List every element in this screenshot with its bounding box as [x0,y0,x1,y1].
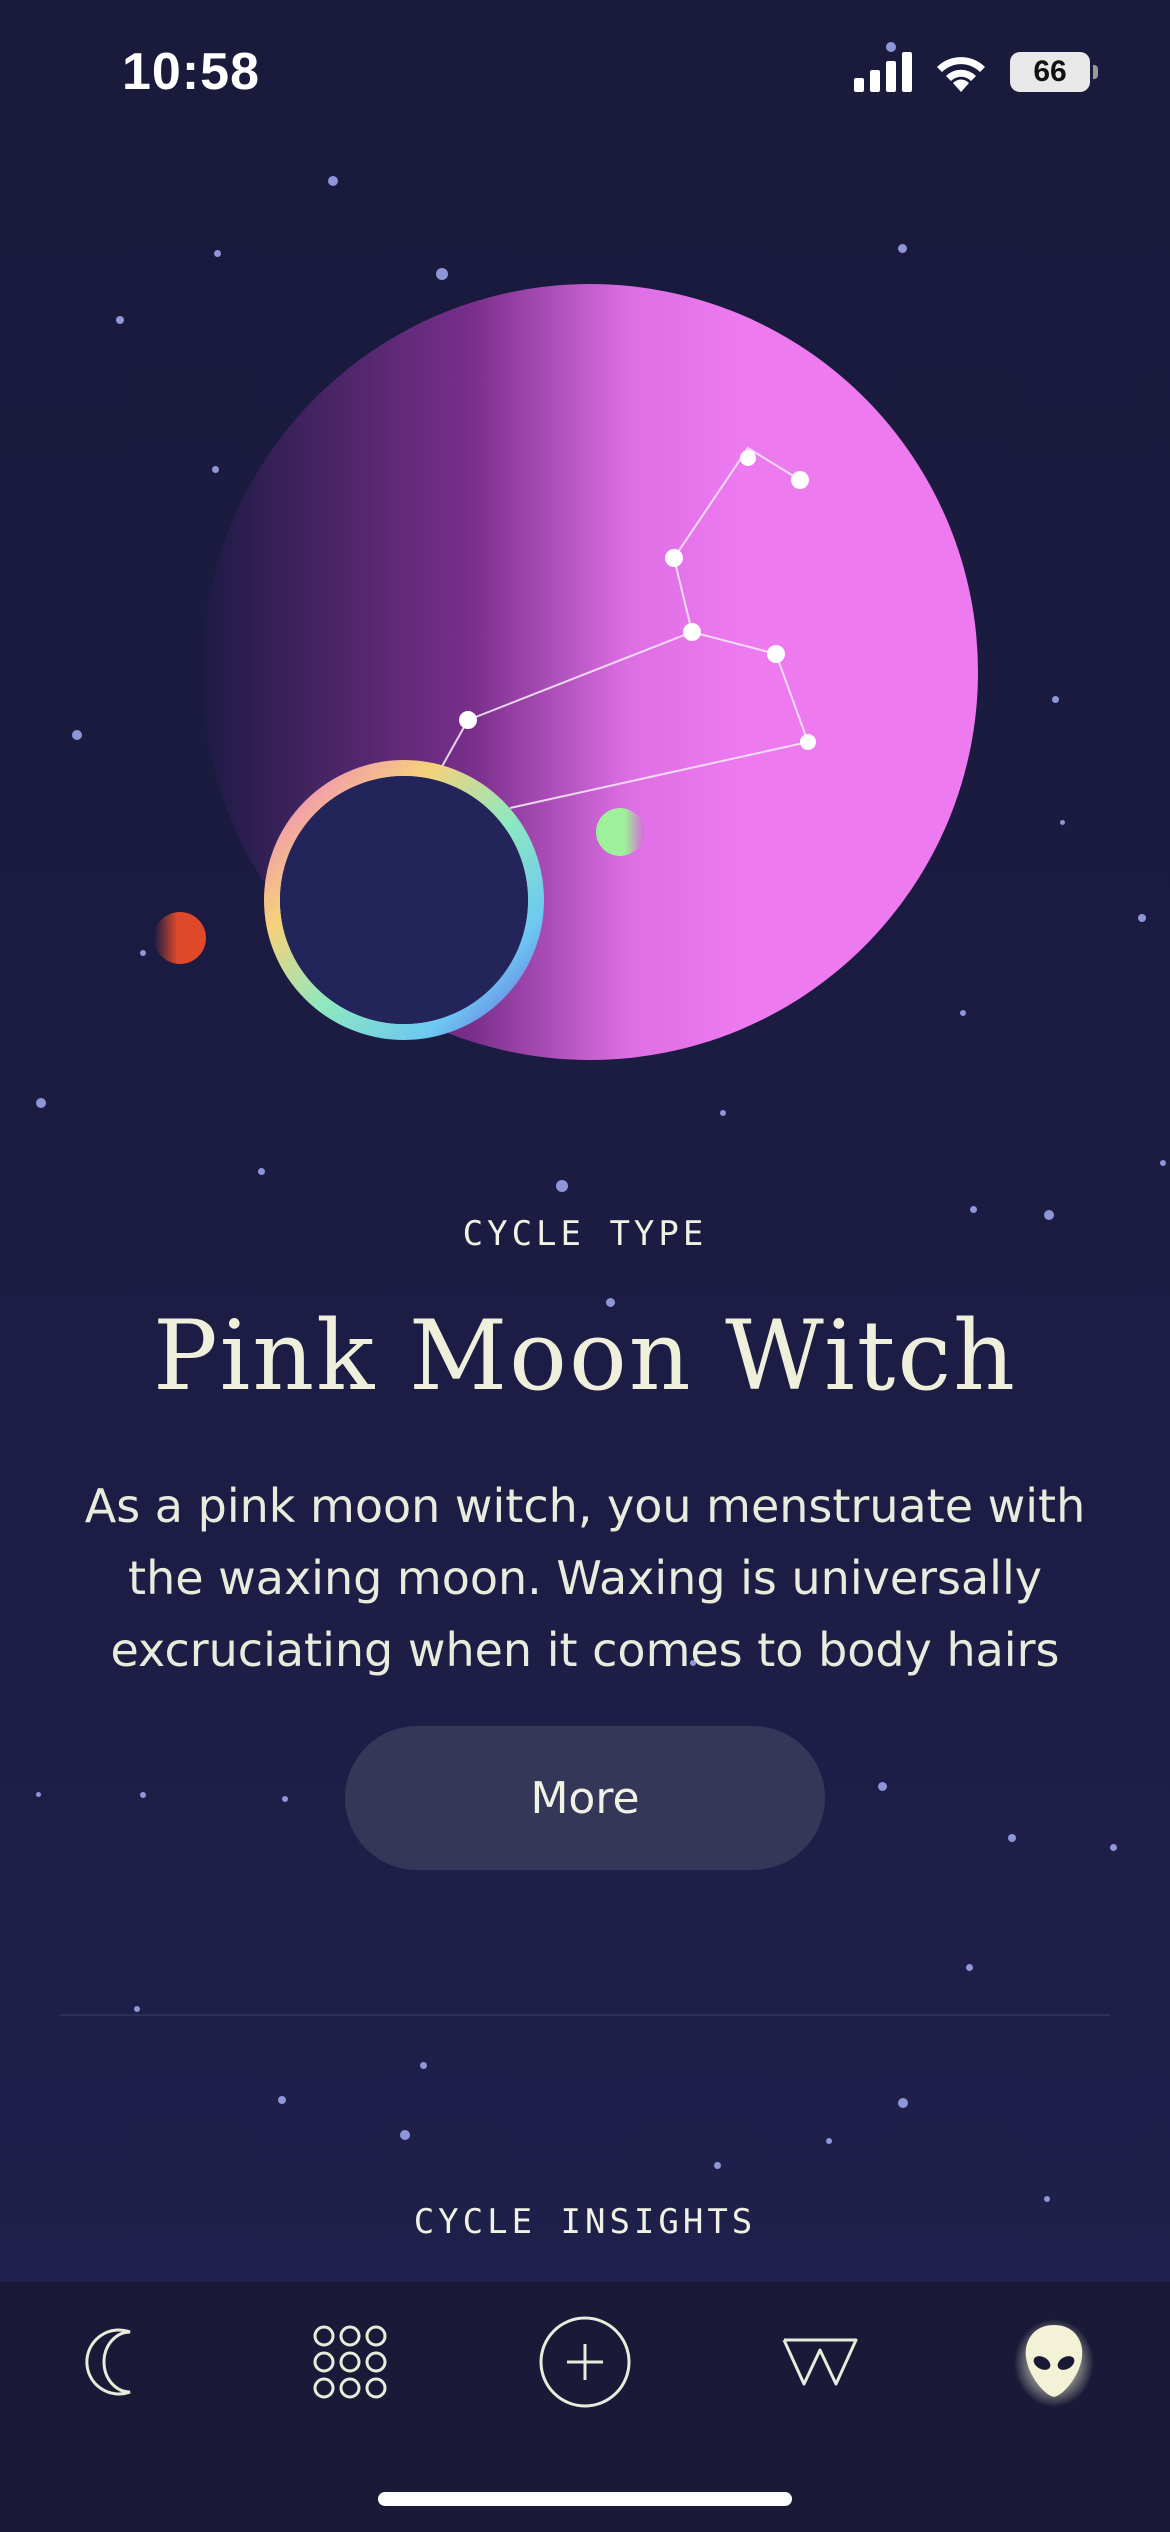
description-line: the waxing moon. Waxing is universally [128,1551,1042,1605]
red-moon [154,912,206,964]
cycle-insights-label: CYCLE INSIGHTS [413,2202,757,2242]
add-circle-icon [539,2316,631,2408]
tab-grid[interactable] [300,2312,400,2412]
description-line: As a pink moon witch, you menstruate wit… [84,1479,1086,1533]
grid-dots-icon [313,2325,387,2399]
w-logo-icon [782,2338,858,2386]
tab-add[interactable] [535,2312,635,2412]
tab-profile[interactable] [1004,2312,1104,2412]
section-divider [60,2014,1110,2016]
cycle-type-title: Pink Moon Witch [153,1300,1017,1412]
green-moon [596,808,644,856]
tab-w[interactable] [770,2312,870,2412]
description-line: excruciating when it comes to body hairs [110,1623,1060,1677]
cycle-type-description: As a pink moon witch, you menstruate wit… [80,1470,1090,1686]
more-button[interactable]: More [345,1726,825,1870]
moon-icon [85,2328,131,2396]
moon-illustration [154,284,978,1060]
cycle-type-label: CYCLE TYPE [462,1214,708,1254]
home-indicator[interactable] [378,2492,792,2506]
alien-icon [1014,2319,1094,2407]
tab-moon[interactable] [68,2312,168,2412]
